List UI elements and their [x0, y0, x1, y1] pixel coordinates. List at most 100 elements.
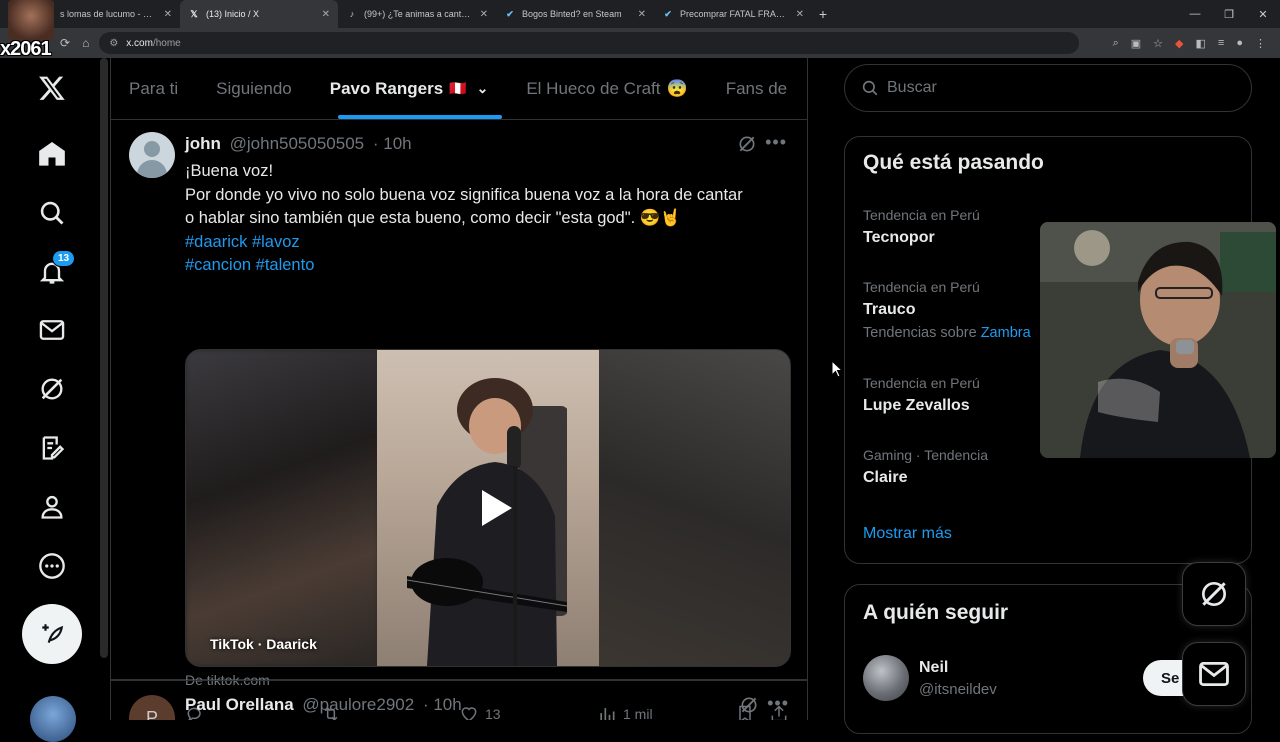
trend-item[interactable]: Tendencia en Perú Trauco Tendencias sobr…: [863, 279, 1031, 341]
avatar[interactable]: [863, 655, 909, 701]
browser-tab-active[interactable]: 𝕏 (13) Inicio / X ✕: [180, 0, 338, 28]
new-tab-button[interactable]: +: [812, 6, 834, 22]
close-icon[interactable]: ✕: [480, 9, 488, 20]
tab-fans-de[interactable]: Fans de: [726, 79, 787, 99]
messages-fab-button[interactable]: [1182, 642, 1246, 706]
browser-tab[interactable]: ✔ Bogos Binted? en Steam ✕: [496, 0, 654, 28]
tab-title: s lomas de lucumo - Buscar c: [60, 9, 158, 19]
messages-mail-icon[interactable]: [30, 308, 74, 352]
explore-search-icon[interactable]: [30, 191, 74, 235]
tweet-line: o hablar sino también que esta bueno, co…: [185, 209, 681, 227]
url-input[interactable]: ⚙ x.com/home: [99, 32, 1080, 54]
restore-icon[interactable]: ❐: [1212, 0, 1246, 28]
author-name[interactable]: john: [185, 134, 221, 153]
grok-icon[interactable]: [737, 134, 757, 159]
author-name[interactable]: Paul Orellana: [185, 695, 294, 714]
show-more-link[interactable]: Mostrar más: [863, 525, 952, 543]
tab-para-ti[interactable]: Para ti: [129, 79, 178, 99]
notifications-bell-icon[interactable]: 13: [30, 250, 76, 294]
steam-icon: ✔: [506, 8, 514, 19]
video-player[interactable]: TikTok · Daarick: [185, 349, 791, 667]
trend-item[interactable]: Tendencia en Perú Tecnopor: [863, 207, 980, 247]
trend-meta: Gaming · Tendencia: [863, 447, 989, 463]
grok-fab-button[interactable]: [1182, 562, 1246, 626]
tweet-line: Por donde yo vivo no solo buena voz sign…: [185, 185, 743, 204]
chevron-down-icon[interactable]: ⌄: [477, 80, 489, 97]
search-placeholder: Buscar: [887, 79, 937, 96]
avatar[interactable]: P: [129, 695, 175, 720]
trend-label: Claire: [863, 469, 908, 486]
bookmark-star-icon[interactable]: ☆: [1153, 37, 1163, 50]
close-icon[interactable]: ✕: [322, 9, 330, 20]
profile-icon[interactable]: ●: [1236, 37, 1243, 50]
hashtag-link[interactable]: #lavoz: [252, 233, 300, 251]
trend-about: Tendencias sobre Zambra: [863, 325, 1031, 341]
grok-icon[interactable]: [739, 695, 759, 720]
streamer-tag: x2061: [0, 38, 52, 60]
hashtag-link[interactable]: #cancion: [185, 256, 251, 274]
media-icon[interactable]: ≡: [1218, 37, 1224, 50]
scrollbar[interactable]: [100, 58, 108, 658]
minimize-icon[interactable]: —: [1178, 0, 1212, 28]
mail-icon: [1199, 661, 1229, 687]
search-icon: [862, 80, 878, 96]
puzzle-icon[interactable]: ◧: [1196, 37, 1206, 50]
home-icon[interactable]: [30, 132, 74, 176]
compose-post-button[interactable]: [22, 604, 82, 664]
lists-icon[interactable]: [30, 426, 74, 470]
active-tab-indicator: [338, 115, 502, 119]
search-input[interactable]: Buscar: [844, 64, 1252, 112]
profile-icon[interactable]: [30, 485, 74, 529]
reload-icon[interactable]: ⟳: [60, 36, 70, 50]
tab-label: Fans de: [725, 78, 788, 98]
more-icon[interactable]: •••: [765, 132, 787, 153]
trend-item[interactable]: Tendencia en Perú Lupe Zevallos: [863, 375, 980, 415]
close-icon[interactable]: ✕: [638, 9, 646, 20]
notification-count-badge: 13: [52, 250, 76, 267]
blurred-backdrop: [186, 350, 378, 666]
grok-icon[interactable]: [30, 367, 74, 411]
menu-icon[interactable]: ⋮: [1255, 37, 1266, 50]
tweet-time[interactable]: · 10h: [423, 695, 462, 714]
cast-icon[interactable]: ▣: [1131, 37, 1141, 50]
tweet-header: john @john505050505 · 10h: [185, 134, 412, 154]
x-logo-icon[interactable]: [30, 66, 74, 110]
tab-siguiendo[interactable]: Siguiendo: [216, 79, 292, 99]
tweet[interactable]: john @john505050505 · 10h ••• ¡Buena voz…: [111, 120, 807, 720]
author-handle[interactable]: @john505050505: [230, 134, 365, 153]
hashtag-link[interactable]: #talento: [256, 256, 315, 274]
window-controls: — ❐ ✕: [1178, 0, 1280, 28]
tweet[interactable]: P Paul Orellana @paulore2902 · 10h •••: [111, 680, 807, 720]
close-icon[interactable]: ✕: [796, 9, 804, 20]
play-icon[interactable]: [472, 486, 516, 530]
streamer-face: [8, 0, 54, 40]
author-handle[interactable]: @paulore2902: [302, 695, 414, 714]
avatar[interactable]: [129, 132, 175, 178]
browser-tab[interactable]: ♪ (99+) ¿Te animas a cantar como ✕: [338, 0, 496, 28]
who-to-follow-title: A quién seguir: [863, 601, 1009, 624]
browser-tab[interactable]: ✔ Precomprar FATAL FRAME II: C ✕: [654, 0, 812, 28]
hashtag-link[interactable]: #daarick: [185, 233, 247, 251]
more-icon[interactable]: •••: [767, 693, 789, 714]
blurred-backdrop: [598, 350, 790, 666]
extension-icon[interactable]: ◆: [1175, 37, 1183, 50]
zoom-icon[interactable]: ⌕: [1113, 37, 1119, 50]
close-icon[interactable]: ✕: [164, 9, 172, 20]
trend-about-link[interactable]: Zambra: [981, 325, 1031, 341]
tab-hueco-de-craft[interactable]: El Hueco de Craft 😨: [526, 79, 687, 99]
trend-item[interactable]: Gaming · Tendencia Claire: [863, 447, 988, 487]
tweet-time[interactable]: · 10h: [373, 134, 412, 153]
follow-suggestion[interactable]: Neil @itsneildev: [863, 655, 997, 701]
suggestion-name: Neil: [919, 658, 949, 676]
tab-pavo-rangers[interactable]: Pavo Rangers 🇵🇪 ⌄: [330, 79, 489, 99]
more-options-icon[interactable]: [30, 544, 74, 588]
tab-title: (99+) ¿Te animas a cantar como: [364, 9, 474, 19]
browser-toolbar-icons: ⌕ ▣ ☆ ◆ ◧ ≡ ● ⋮: [1113, 37, 1280, 50]
timeline-tabs: Para ti Siguiendo Pavo Rangers 🇵🇪 ⌄ El Hu…: [111, 58, 807, 120]
tab-title: Bogos Binted? en Steam: [522, 9, 622, 19]
close-window-icon[interactable]: ✕: [1246, 0, 1280, 28]
steam-icon: ✔: [664, 8, 672, 19]
account-avatar[interactable]: [30, 696, 76, 742]
site-info-icon[interactable]: ⚙: [109, 38, 118, 49]
home-icon[interactable]: ⌂: [82, 36, 89, 50]
